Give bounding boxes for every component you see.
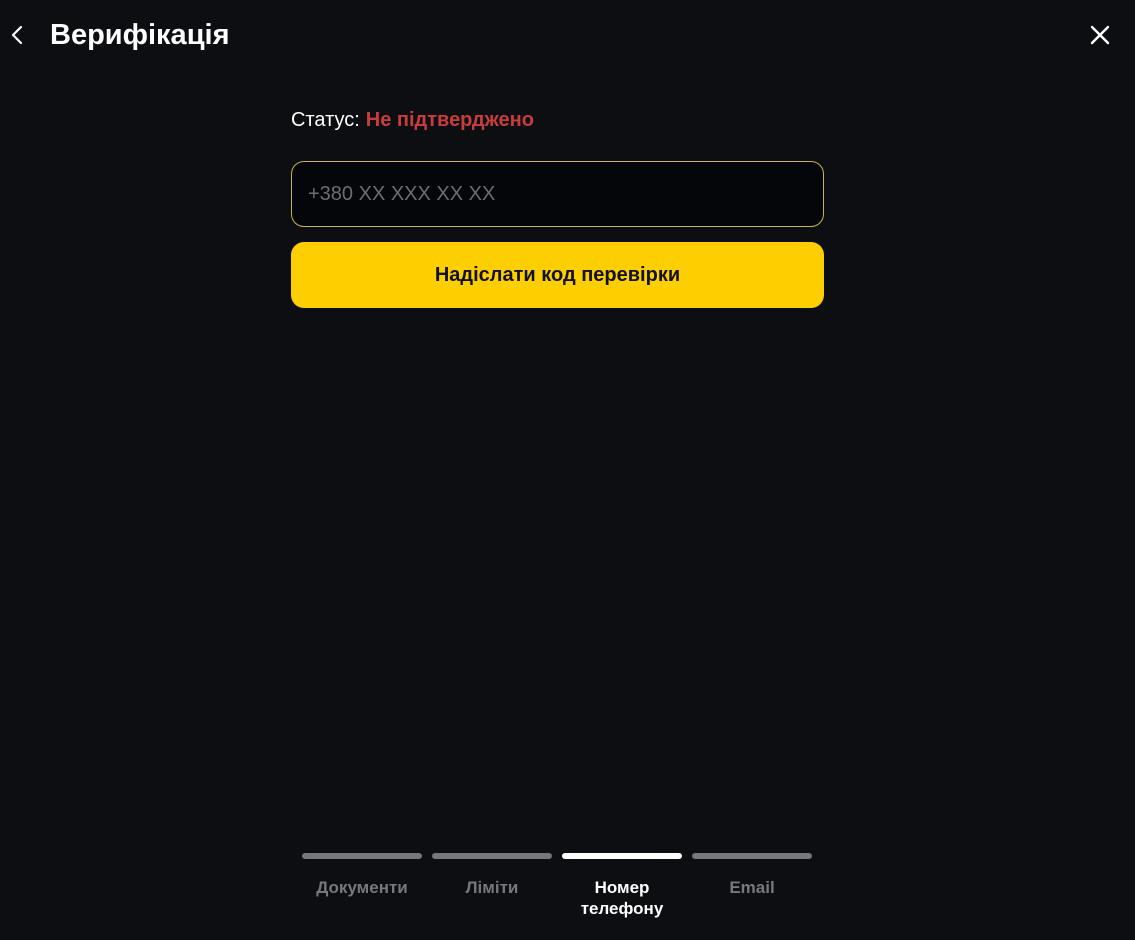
step-bar [432,853,552,859]
close-button[interactable] [1086,21,1114,49]
step-label: Ліміти [465,878,519,897]
back-button[interactable] [4,22,30,48]
status-label: Статус: [291,109,360,131]
step-label: Документи [316,878,408,897]
header: Верифікація [0,0,1135,72]
close-icon [1090,25,1110,45]
phone-input[interactable] [291,161,824,227]
verification-form: Статус:Не підтверджено Надіслати код пер… [291,104,824,308]
step-bar [302,853,422,859]
page-title: Верифікація [50,19,230,51]
chevron-left-icon [11,25,23,45]
step-label: Email [729,878,775,897]
step-indicator: Документи Ліміти Номер телефону Email [297,853,817,933]
step-label: Номер телефону [580,878,664,918]
step-bar [562,853,682,859]
status-value: Не підтверджено [365,109,534,131]
status-row: Статус: Не підтверджено [291,104,824,136]
send-code-button[interactable]: Надіслати код перевірки [291,242,824,308]
step-bar [692,853,812,859]
